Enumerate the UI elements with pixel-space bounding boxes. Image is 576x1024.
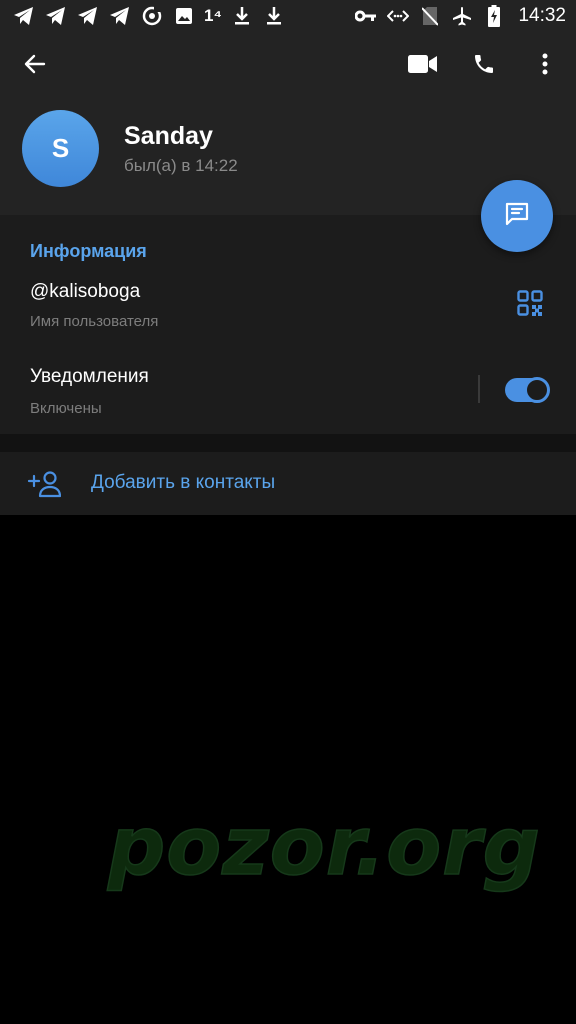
video-call-button[interactable] — [399, 42, 447, 90]
section-divider — [0, 434, 576, 452]
status-time: 14:32 — [518, 5, 566, 26]
download-icon — [262, 4, 286, 28]
telegram-icon — [76, 4, 100, 28]
arrow-left-icon — [23, 52, 47, 81]
info-section-title: Информация — [30, 241, 147, 261]
info-section: Информация @kalisoboga Имя пользователя … — [0, 215, 576, 434]
avatar[interactable]: S — [22, 110, 99, 187]
mobile-data-indicator: 1⁴ — [204, 6, 222, 25]
phone-icon — [472, 52, 496, 81]
send-message-button[interactable] — [481, 180, 553, 252]
telegram-icon — [12, 4, 36, 28]
profile-name: Sanday — [124, 122, 213, 150]
image-icon — [172, 4, 196, 28]
add-to-contacts-label: Добавить в контакты — [91, 472, 276, 493]
target-icon — [140, 4, 164, 28]
avatar-letter: S — [51, 133, 70, 163]
last-seen-status: был(а) в 14:22 — [124, 156, 238, 175]
vertical-divider — [478, 375, 480, 403]
add-to-contacts-button[interactable]: Добавить в контакты — [0, 452, 576, 515]
username-label: Имя пользователя — [30, 313, 159, 330]
status-bar-system: 14:32 — [354, 4, 566, 28]
status-bar-notifications: 1⁴ — [12, 4, 286, 28]
status-bar: 1⁴ 14:32 — [0, 0, 576, 32]
telegram-icon — [44, 4, 68, 28]
telegram-icon — [108, 4, 132, 28]
more-options-button[interactable] — [521, 42, 569, 90]
watermark: pozor.org — [107, 799, 541, 894]
video-camera-icon — [408, 54, 438, 79]
key-icon — [354, 4, 378, 28]
data-saver-icon — [386, 4, 410, 28]
notifications-toggle[interactable] — [505, 377, 550, 403]
more-vertical-icon — [542, 53, 548, 80]
notifications-label[interactable]: Уведомления — [30, 366, 149, 388]
battery-charging-icon — [482, 4, 506, 28]
add-person-icon — [24, 464, 64, 504]
username-value[interactable]: @kalisoboga — [30, 281, 140, 303]
profile-header: S Sanday был(а) в 14:22 — [0, 32, 576, 215]
voice-call-button[interactable] — [460, 42, 508, 90]
qr-code-button[interactable] — [506, 281, 554, 329]
download-icon — [230, 4, 254, 28]
notifications-state: Включены — [30, 400, 102, 417]
airplane-icon — [450, 4, 474, 28]
qr-code-icon — [517, 289, 543, 321]
back-button[interactable] — [11, 42, 59, 90]
no-sim-icon — [418, 4, 442, 28]
message-icon — [503, 200, 531, 233]
toggle-knob — [524, 377, 550, 403]
